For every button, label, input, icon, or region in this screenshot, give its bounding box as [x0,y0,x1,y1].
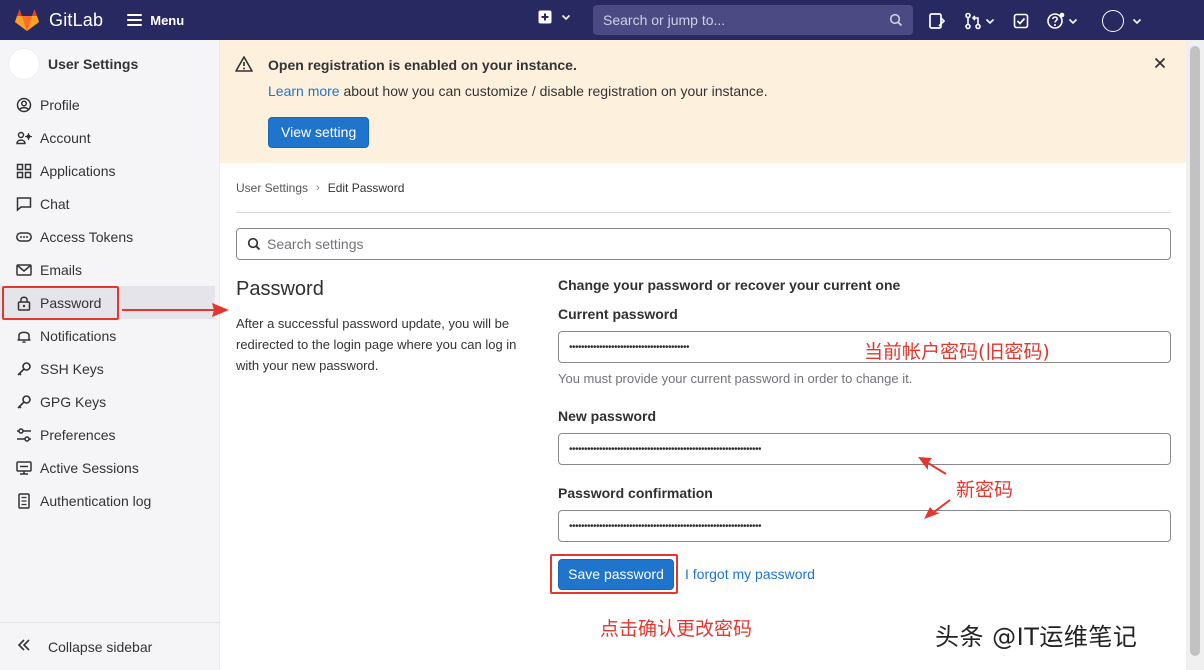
arrow-to-new-password [918,457,947,475]
annotation-save: 点击确认更改密码 [600,618,753,640]
arrow-to-confirmation [924,499,951,519]
arrow-to-password [122,303,229,317]
watermark: 头条 @IT运维笔记 [935,623,1138,651]
annotation-current-password: 当前帐户密码(旧密码) [864,341,1050,363]
annotation-arrows [122,303,951,519]
page-scrollbar[interactable] [1186,40,1204,670]
annotation-new-password: 新密码 [956,479,1014,501]
scrollbar-thumb[interactable] [1190,46,1200,656]
